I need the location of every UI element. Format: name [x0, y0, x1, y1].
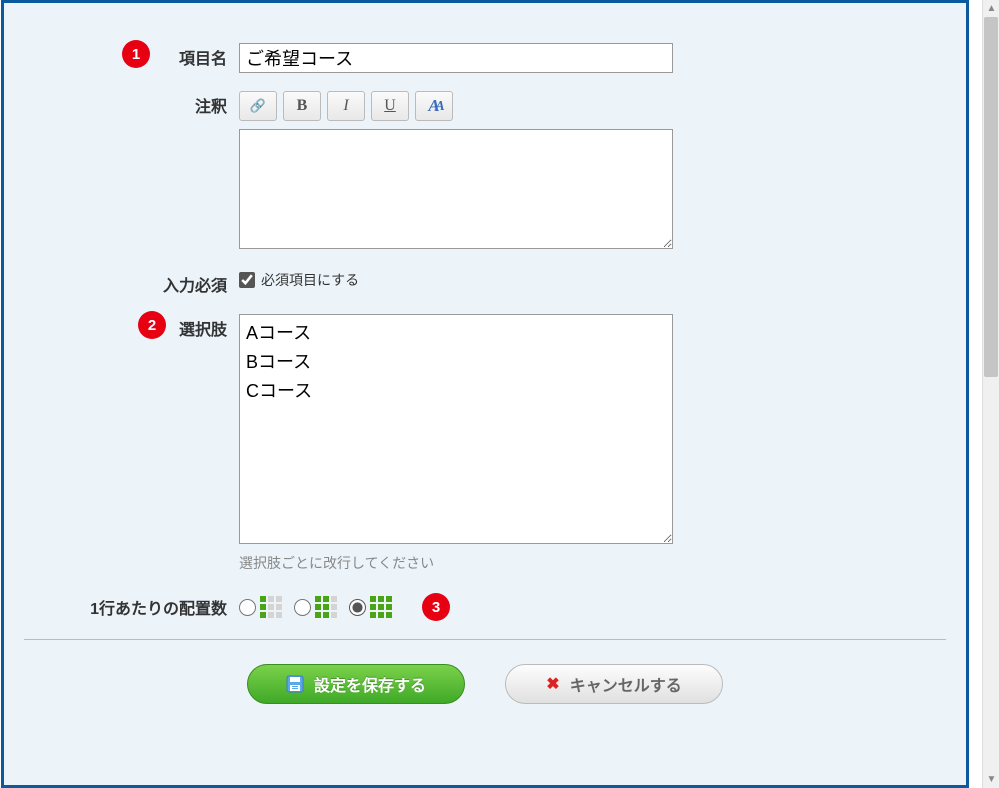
required-checkbox[interactable]	[239, 272, 255, 288]
item-name-input[interactable]	[239, 43, 673, 73]
row-item-name: 1 項目名	[24, 43, 946, 73]
row-layout-count: 1行あたりの配置数	[24, 593, 946, 621]
italic-button[interactable]: I	[327, 91, 365, 121]
grid-3col-icon	[370, 596, 392, 618]
vertical-scrollbar[interactable]: ▲ ▼	[982, 0, 999, 788]
grid-2col-icon	[315, 596, 337, 618]
save-button-label: 設定を保存する	[314, 672, 426, 696]
scroll-up-arrow[interactable]: ▲	[983, 0, 999, 17]
badge-1: 1	[122, 40, 150, 68]
cancel-button[interactable]: ✖ キャンセルする	[505, 664, 723, 704]
underline-button[interactable]: U	[371, 91, 409, 121]
link-button[interactable]: 🔗	[239, 91, 277, 121]
cancel-button-label: キャンセルする	[570, 672, 682, 696]
save-button[interactable]: 設定を保存する	[247, 664, 465, 704]
layout-option-1[interactable]	[239, 596, 282, 618]
layout-radio-2[interactable]	[294, 599, 311, 616]
link-icon: 🔗	[250, 98, 266, 114]
form-panel: 1 項目名 注釈 🔗 B I U AA	[1, 0, 969, 788]
scroll-down-arrow[interactable]: ▼	[983, 771, 999, 788]
row-required: 入力必須 必須項目にする	[24, 270, 946, 296]
font-style-button[interactable]: AA	[415, 91, 453, 121]
grid-1col-icon	[260, 596, 282, 618]
row-choices: 2 選択肢 選択肢ごとに改行してください	[24, 314, 946, 573]
label-item-name: 項目名	[179, 51, 227, 68]
scroll-track[interactable]	[983, 17, 999, 771]
required-checkbox-wrap[interactable]: 必須項目にする	[239, 270, 946, 290]
badge-2: 2	[138, 311, 166, 339]
annotation-textarea[interactable]	[239, 129, 673, 249]
required-checkbox-label: 必須項目にする	[261, 270, 359, 290]
layout-option-3[interactable]	[349, 596, 392, 618]
choices-hint: 選択肢ごとに改行してください	[239, 553, 946, 573]
annotation-toolbar: 🔗 B I U AA	[239, 91, 946, 121]
badge-3: 3	[422, 593, 450, 621]
close-icon: ✖	[546, 674, 559, 694]
choices-textarea[interactable]	[239, 314, 673, 544]
label-required: 入力必須	[163, 278, 227, 295]
label-annotation: 注釈	[195, 99, 227, 116]
layout-option-2[interactable]	[294, 596, 337, 618]
label-choices: 選択肢	[179, 322, 227, 339]
layout-radio-1[interactable]	[239, 599, 256, 616]
bold-button[interactable]: B	[283, 91, 321, 121]
row-annotation: 注釈 🔗 B I U AA	[24, 91, 946, 252]
button-row: 設定を保存する ✖ キャンセルする	[24, 664, 946, 704]
layout-radio-3[interactable]	[349, 599, 366, 616]
scroll-thumb[interactable]	[984, 17, 998, 377]
divider	[24, 639, 946, 640]
save-icon	[286, 675, 304, 693]
label-layout-count: 1行あたりの配置数	[90, 601, 227, 618]
